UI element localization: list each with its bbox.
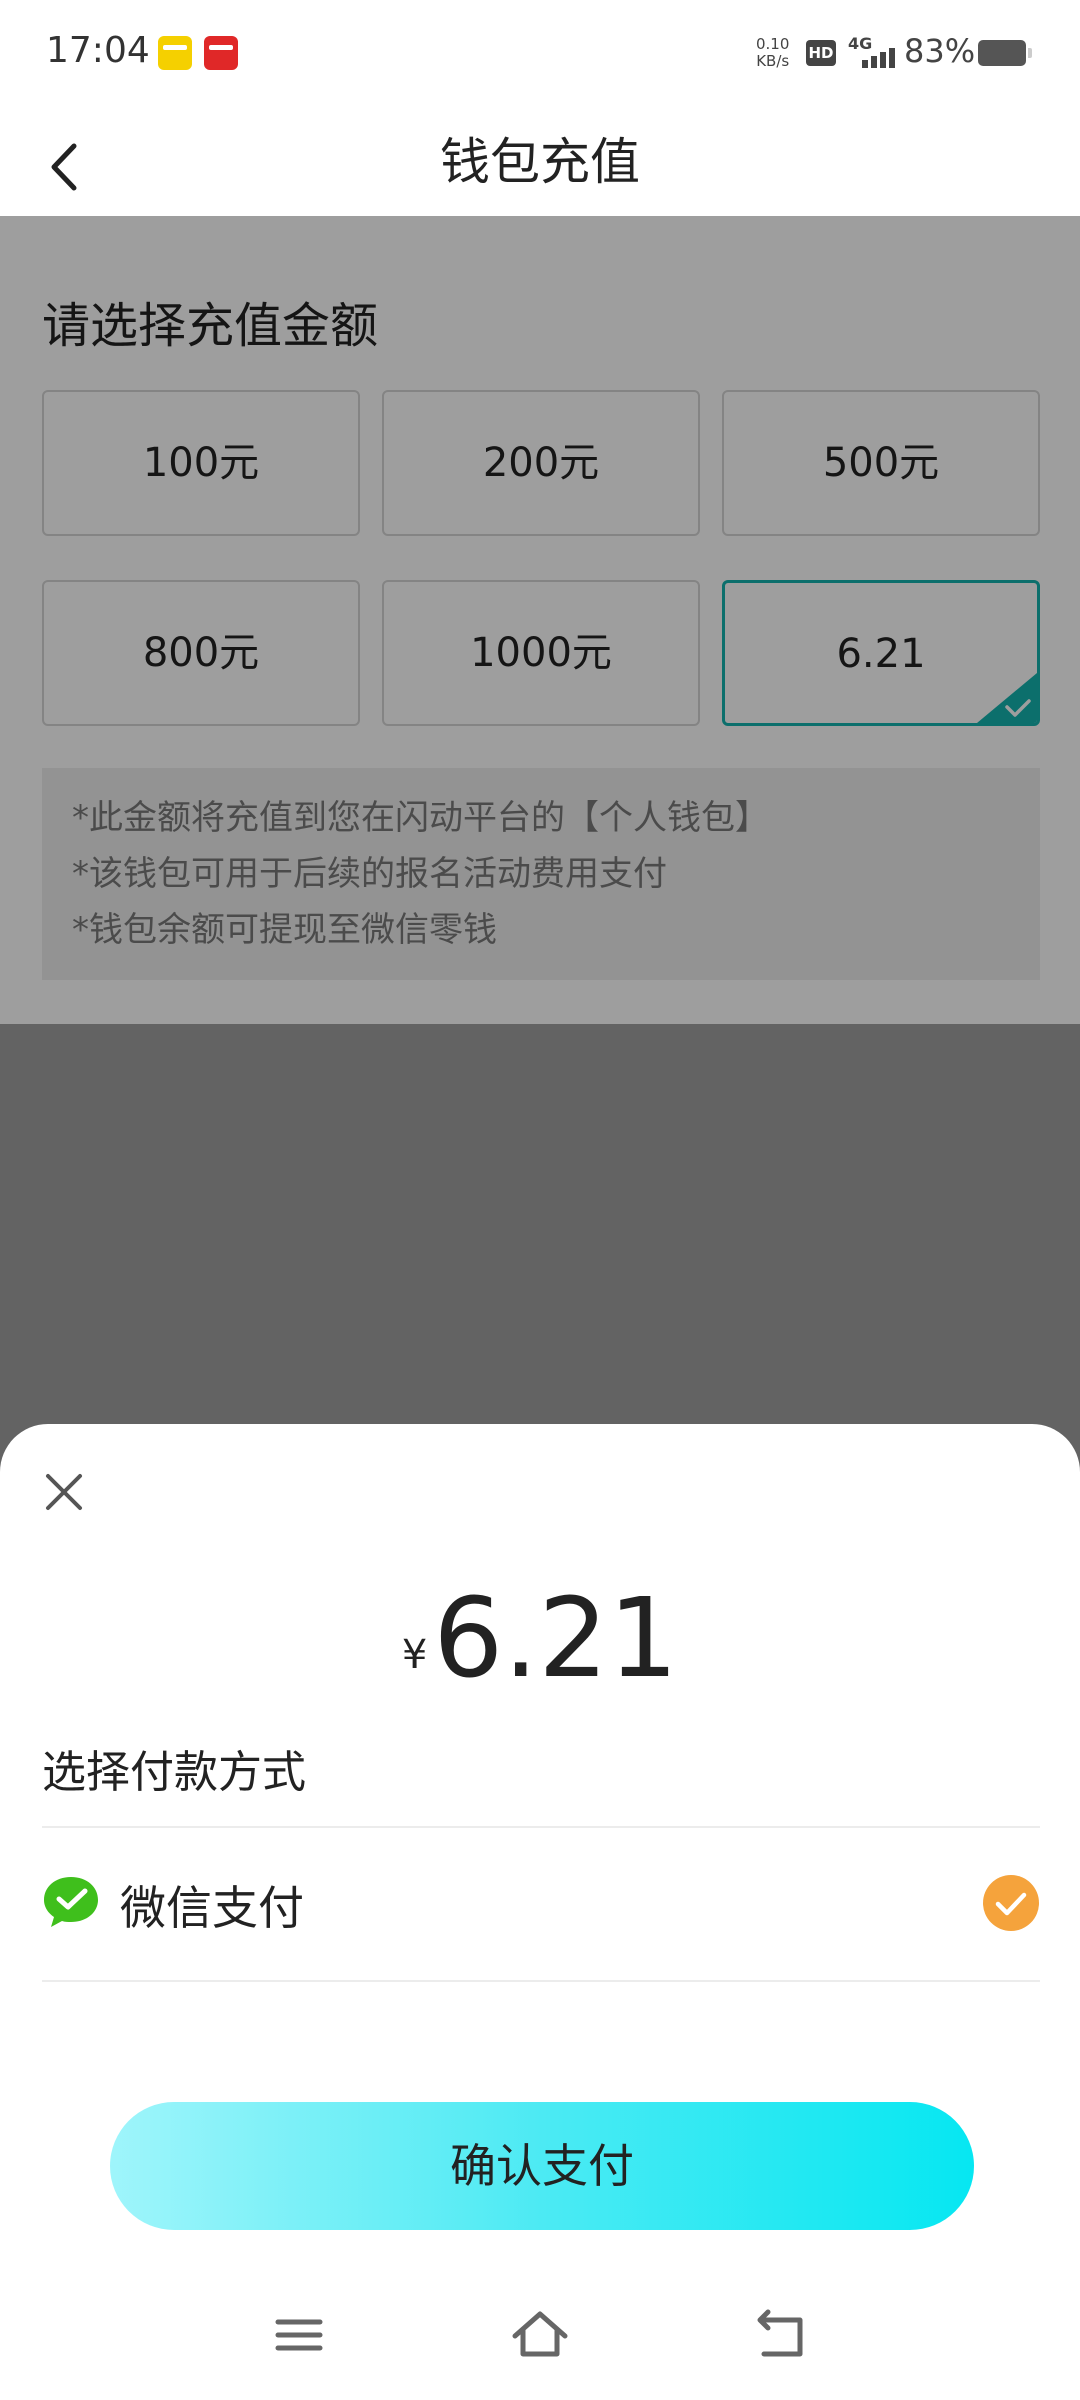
amount-value: 6.21 [433,1574,679,1702]
page-title: 钱包充值 [440,133,640,191]
hd-icon: HD [806,40,836,66]
battery-percent: 83% [904,32,976,70]
divider [42,1980,1040,1982]
signal-icon: 4G [848,34,896,70]
network-speed: 0.10 KB/s [756,35,790,70]
status-time: 17:04 [46,30,150,71]
payment-method-wechat[interactable]: 微信支付 [42,1828,1040,1978]
notification-app-icon [158,36,192,70]
back-icon[interactable] [746,2300,816,2370]
nav-header: 钱包充值 [0,110,1080,216]
status-bar: 17:04 0.10 KB/s HD 4G 83% [0,0,1080,110]
battery-icon [978,40,1032,66]
system-navigation-bar [0,2290,1080,2380]
payment-amount: ¥6.21 [0,1574,1080,1702]
confirm-pay-button[interactable]: 确认支付 [110,2102,974,2230]
payment-method-name: 微信支付 [120,1881,304,1935]
close-icon[interactable] [36,1464,92,1520]
payment-method-label: 选择付款方式 [42,1747,306,1798]
menu-icon[interactable] [264,2300,334,2370]
currency-symbol: ¥ [401,1632,428,1678]
notification-app-icon [204,36,238,70]
wechat-pay-icon [44,1877,98,1927]
selected-check-icon [983,1875,1039,1931]
payment-sheet: ¥6.21 选择付款方式 微信支付 确认支付 [0,1424,1080,2400]
home-icon[interactable] [505,2300,575,2370]
